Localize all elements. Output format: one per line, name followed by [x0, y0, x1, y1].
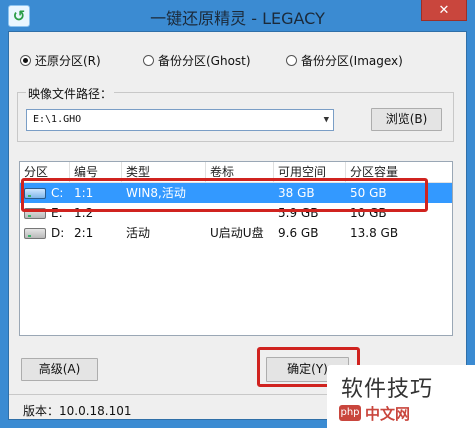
cell-drive: D:: [51, 226, 65, 240]
cell-capacity: 13.8 GB: [350, 226, 399, 240]
browse-button[interactable]: 浏览(B): [371, 108, 442, 131]
php-logo-icon: php: [339, 405, 361, 421]
radio-backup-ghost-label: 备份分区(Ghost): [158, 53, 251, 68]
title-bar[interactable]: ↺ 一键还原精灵 - LEGACY ✕: [0, 0, 475, 30]
radio-dot-icon: [20, 54, 31, 66]
app-window: ↺ 一键还原精灵 - LEGACY ✕ 还原分区(R) 备份分区(Ghost) …: [0, 0, 475, 428]
selected-row-highlight: [21, 178, 428, 212]
image-path-label: 映像文件路径：: [26, 85, 115, 102]
cell-number: 2:1: [74, 226, 94, 240]
image-path-group: 映像文件路径： E:\1.GHO ▼ 浏览(B): [17, 85, 454, 142]
image-path-value: E:\1.GHO: [33, 114, 82, 125]
chevron-down-icon[interactable]: ▼: [324, 110, 329, 130]
window-title: 一键还原精灵 - LEGACY: [150, 9, 325, 28]
drive-icon: [24, 228, 46, 239]
cell-free: 9.6 GB: [278, 226, 319, 240]
radio-dot-icon: [286, 54, 297, 66]
radio-backup-imagex[interactable]: 备份分区(Imagex): [286, 52, 403, 68]
client-area: 还原分区(R) 备份分区(Ghost) 备份分区(Imagex) 映像文件路径：…: [8, 31, 468, 420]
image-path-combo[interactable]: E:\1.GHO ▼: [26, 109, 334, 131]
radio-dot-icon: [143, 54, 154, 66]
watermark-text: 软件技巧: [341, 377, 434, 402]
version-label: 版本：10.0.18.101: [23, 404, 132, 418]
watermark: 软件技巧 php 中文网: [327, 365, 475, 428]
radio-backup-imagex-label: 备份分区(Imagex): [301, 53, 403, 68]
radio-backup-ghost[interactable]: 备份分区(Ghost): [143, 52, 251, 68]
radio-restore-label: 还原分区(R): [35, 53, 101, 68]
watermark-cn: 中文网: [365, 405, 411, 423]
cell-label: U启动U盘: [210, 226, 264, 240]
table-row[interactable]: D: 2:1 活动 U启动U盘 9.6 GB 13.8 GB: [20, 223, 452, 243]
cell-type: 活动: [126, 226, 151, 240]
radio-restore[interactable]: 还原分区(R): [20, 52, 101, 68]
close-button[interactable]: ✕: [421, 0, 467, 21]
advanced-button[interactable]: 高级(A): [21, 358, 98, 381]
